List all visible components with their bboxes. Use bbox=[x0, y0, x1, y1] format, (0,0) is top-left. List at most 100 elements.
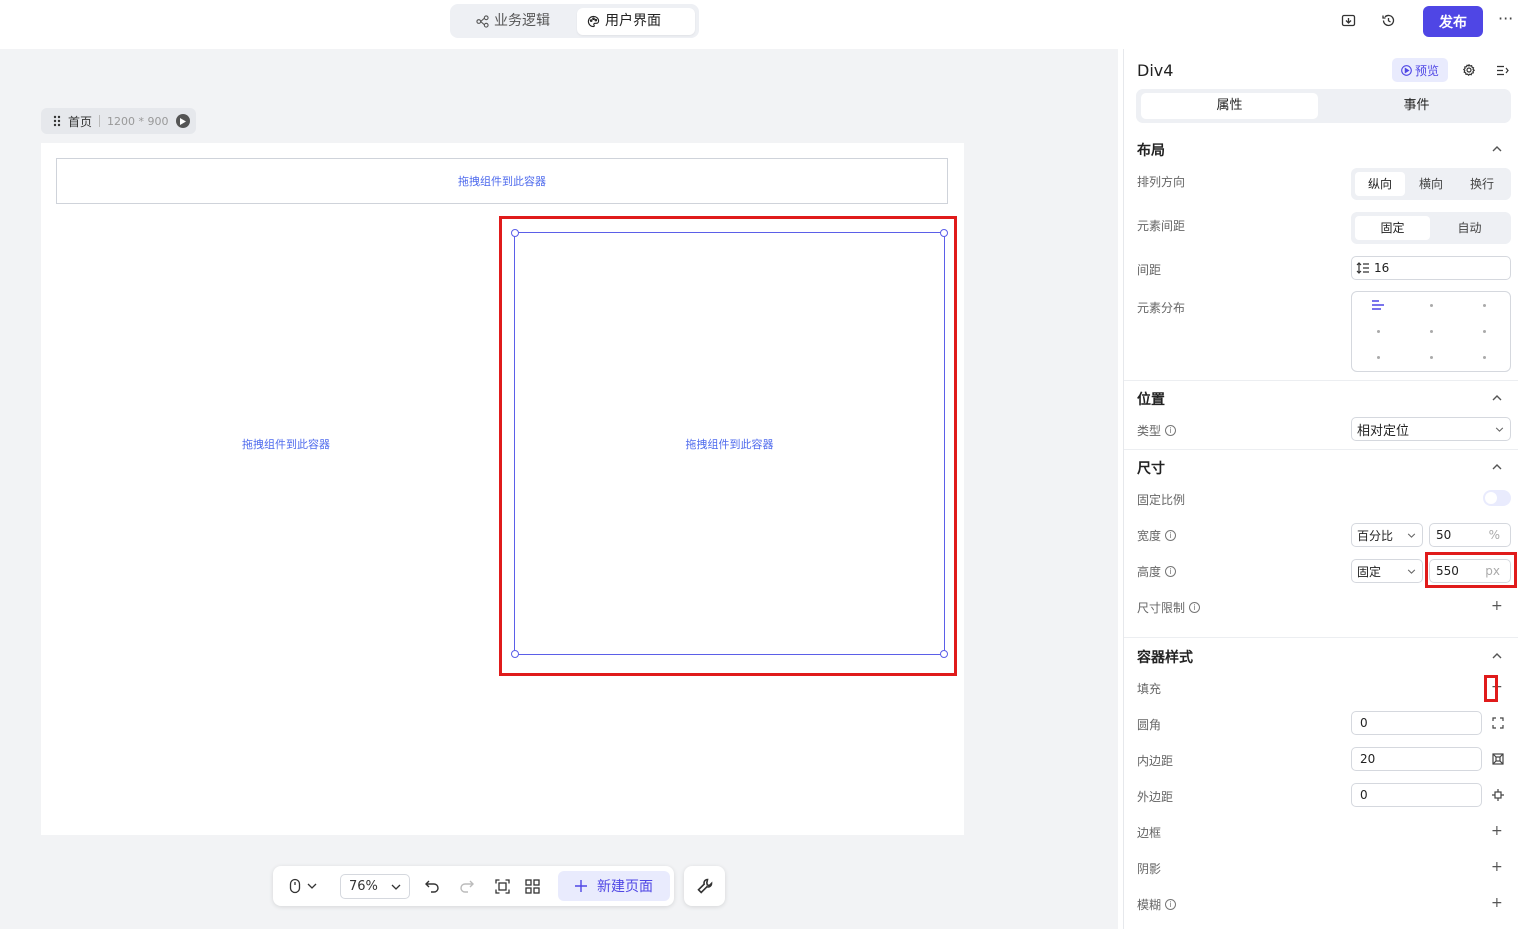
tab-properties[interactable]: 属性 bbox=[1141, 93, 1318, 119]
zoom-value: 76% bbox=[349, 879, 378, 894]
flow-icon bbox=[476, 15, 489, 28]
chevron-down-icon bbox=[1407, 532, 1416, 538]
spacing-auto[interactable]: 自动 bbox=[1432, 216, 1507, 240]
radius-value: 0 bbox=[1360, 716, 1368, 730]
add-size-limit-icon[interactable]: + bbox=[1491, 599, 1503, 613]
tab-business-logic[interactable]: 业务逻辑 bbox=[466, 8, 574, 35]
size-limit-label-text: 尺寸限制 bbox=[1137, 601, 1186, 615]
align-top-center[interactable] bbox=[1430, 304, 1433, 307]
page-size: 1200 * 900 bbox=[107, 114, 169, 128]
gear-icon[interactable] bbox=[1461, 62, 1477, 78]
width-label: 宽度 i bbox=[1137, 527, 1177, 544]
chevron-up-icon[interactable] bbox=[1490, 649, 1504, 663]
divider bbox=[1124, 380, 1518, 381]
selected-container-div4[interactable]: 拖拽组件到此容器 bbox=[514, 232, 945, 655]
align-bottom-center[interactable] bbox=[1430, 356, 1433, 359]
position-type-select[interactable]: 相对定位 bbox=[1351, 417, 1511, 441]
resize-handle-bottom-right[interactable] bbox=[940, 650, 948, 658]
info-icon[interactable]: i bbox=[1189, 602, 1201, 613]
collapse-panel-icon[interactable] bbox=[1494, 62, 1510, 78]
resize-handle-bottom-left[interactable] bbox=[511, 650, 519, 658]
mode-switcher: 业务逻辑 用户界面 bbox=[450, 4, 699, 38]
align-bottom-right[interactable] bbox=[1483, 356, 1486, 359]
redo-icon[interactable] bbox=[458, 876, 476, 896]
chevron-up-icon[interactable] bbox=[1490, 391, 1504, 405]
padding-label: 内边距 bbox=[1137, 754, 1174, 768]
chevron-down-icon bbox=[1495, 426, 1504, 432]
wrench-icon[interactable] bbox=[684, 866, 725, 906]
drop-container-left[interactable]: 拖拽组件到此容器 bbox=[56, 219, 516, 669]
new-page-label: 新建页面 bbox=[597, 879, 653, 895]
padding-sides-icon[interactable] bbox=[1492, 753, 1504, 765]
top-bar: 业务逻辑 用户界面 发布 ··· bbox=[0, 0, 1518, 49]
direction-vertical[interactable]: 纵向 bbox=[1355, 172, 1405, 196]
width-unit: % bbox=[1488, 528, 1500, 542]
tab-user-interface[interactable]: 用户界面 bbox=[577, 8, 695, 35]
publish-button[interactable]: 发布 bbox=[1423, 6, 1483, 37]
margin-value: 0 bbox=[1360, 788, 1368, 802]
preview-button[interactable]: 预览 bbox=[1392, 58, 1448, 82]
gap-input[interactable]: 16 bbox=[1351, 256, 1511, 280]
info-icon[interactable]: i bbox=[1165, 530, 1177, 541]
pointer-mode-dropdown[interactable] bbox=[286, 876, 320, 896]
distribution-label: 元素分布 bbox=[1137, 301, 1186, 315]
chevron-up-icon[interactable] bbox=[1490, 460, 1504, 474]
section-layout-title: 布局 bbox=[1137, 143, 1165, 159]
radius-input[interactable]: 0 bbox=[1351, 711, 1482, 735]
play-circle-icon bbox=[1401, 64, 1412, 76]
info-icon[interactable]: i bbox=[1165, 899, 1177, 910]
undo-icon[interactable] bbox=[423, 876, 441, 896]
align-top-left-icon[interactable] bbox=[1372, 300, 1384, 310]
component-title: Div4 bbox=[1137, 61, 1174, 80]
width-mode-value: 百分比 bbox=[1357, 528, 1394, 543]
aspect-ratio-toggle[interactable] bbox=[1483, 490, 1511, 506]
add-shadow-icon[interactable]: + bbox=[1491, 860, 1503, 874]
direction-horizontal[interactable]: 横向 bbox=[1406, 172, 1456, 196]
height-mode-select[interactable]: 固定 bbox=[1351, 559, 1423, 583]
height-mode-value: 固定 bbox=[1357, 564, 1382, 579]
play-icon[interactable] bbox=[175, 114, 190, 128]
position-type-label-text: 类型 bbox=[1137, 424, 1162, 438]
width-value: 50 bbox=[1436, 528, 1452, 542]
spacing-mode-label: 元素间距 bbox=[1137, 219, 1186, 233]
margin-sides-icon[interactable] bbox=[1492, 789, 1504, 801]
width-mode-select[interactable]: 百分比 bbox=[1351, 523, 1423, 547]
more-icon[interactable]: ··· bbox=[1498, 9, 1513, 28]
add-border-icon[interactable]: + bbox=[1491, 824, 1503, 838]
size-limit-label: 尺寸限制 i bbox=[1137, 599, 1201, 616]
save-icon[interactable] bbox=[1339, 11, 1357, 29]
corners-icon[interactable] bbox=[1492, 717, 1504, 729]
drop-hint: 拖拽组件到此容器 bbox=[458, 175, 546, 188]
direction-wrap[interactable]: 换行 bbox=[1457, 172, 1507, 196]
align-middle-left[interactable] bbox=[1377, 330, 1380, 333]
page-chip[interactable]: 首页 1200 * 900 bbox=[41, 108, 196, 134]
width-input[interactable]: 50 % bbox=[1429, 523, 1511, 547]
spacing-fixed[interactable]: 固定 bbox=[1355, 216, 1430, 240]
margin-input[interactable]: 0 bbox=[1351, 783, 1482, 807]
fit-screen-icon[interactable] bbox=[493, 876, 511, 896]
info-icon[interactable]: i bbox=[1165, 425, 1177, 436]
resize-handle-top-left[interactable] bbox=[511, 229, 519, 237]
chevron-up-icon[interactable] bbox=[1490, 142, 1504, 156]
info-icon[interactable]: i bbox=[1165, 566, 1177, 577]
align-top-right[interactable] bbox=[1483, 304, 1486, 307]
chevron-down-icon bbox=[1407, 568, 1416, 574]
padding-value: 20 bbox=[1360, 752, 1376, 766]
chevron-down-icon bbox=[391, 884, 401, 890]
align-middle-center[interactable] bbox=[1430, 330, 1433, 333]
drop-container-top[interactable]: 拖拽组件到此容器 bbox=[56, 158, 948, 204]
history-icon[interactable] bbox=[1379, 11, 1397, 29]
radius-label: 圆角 bbox=[1137, 718, 1162, 732]
add-blur-icon[interactable]: + bbox=[1491, 896, 1503, 910]
divider bbox=[1124, 637, 1518, 638]
align-middle-right[interactable] bbox=[1483, 330, 1486, 333]
resize-handle-top-right[interactable] bbox=[940, 229, 948, 237]
tab-events[interactable]: 事件 bbox=[1328, 93, 1505, 119]
new-page-button[interactable]: 新建页面 bbox=[558, 871, 670, 901]
drag-handle-icon[interactable] bbox=[53, 115, 61, 127]
align-bottom-left[interactable] bbox=[1377, 356, 1380, 359]
grid-icon[interactable] bbox=[523, 876, 541, 896]
zoom-select[interactable]: 76% bbox=[340, 874, 410, 899]
padding-input[interactable]: 20 bbox=[1351, 747, 1482, 771]
distribution-grid[interactable] bbox=[1351, 291, 1511, 372]
